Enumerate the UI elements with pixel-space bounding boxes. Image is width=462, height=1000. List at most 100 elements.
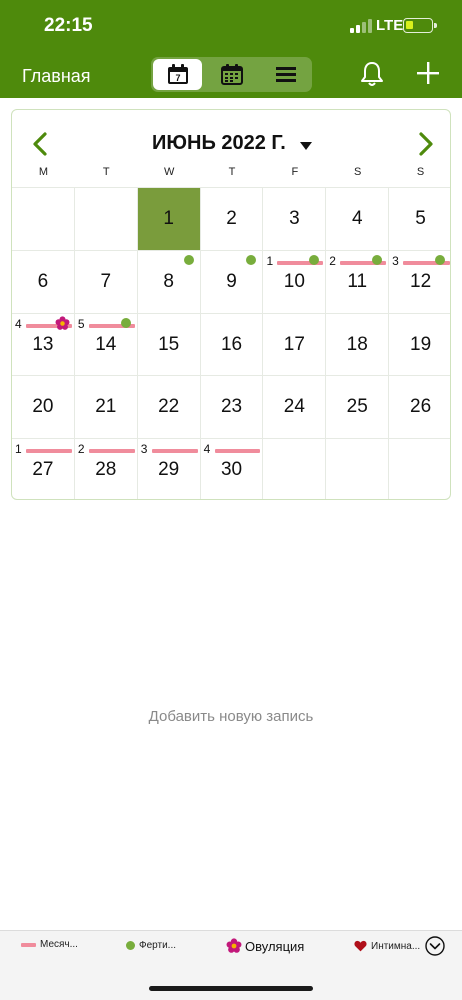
svg-text:7: 7 — [175, 73, 180, 83]
day-cell[interactable]: 5 — [389, 188, 450, 251]
day-cell[interactable]: 21 — [74, 376, 138, 440]
day-number: 13 — [32, 333, 54, 355]
top-bar: 22:15 LTE Главная 7 — [0, 0, 462, 98]
day-number: 6 — [37, 270, 49, 292]
network-label: LTE — [376, 17, 404, 34]
day-number: 19 — [410, 333, 432, 355]
home-title[interactable]: Главная — [22, 66, 91, 87]
ovulation-flower-icon — [55, 315, 70, 331]
day-view-tab[interactable]: 7 — [153, 59, 202, 90]
day-cell[interactable]: 17 — [263, 313, 327, 377]
day-cell[interactable]: 23 — [200, 376, 264, 440]
bell-icon[interactable] — [360, 61, 384, 87]
day-cell[interactable]: 20 — [12, 376, 75, 440]
empty-day-cell — [326, 439, 390, 499]
signal-icon — [350, 19, 372, 33]
day-number: 25 — [346, 396, 368, 418]
day-number: 17 — [283, 333, 305, 355]
flower-icon — [226, 938, 242, 953]
empty-day-cell — [389, 439, 450, 499]
empty-day-cell — [12, 188, 75, 251]
day-cell[interactable]: 9 — [200, 250, 264, 314]
add-icon[interactable] — [417, 62, 439, 84]
calendar-grid: 1 2 3 4 5 6 7 8 9 1 10 2 11 3 12 4 13 5 14 15 16 17 18 19 20 21 22… — [12, 187, 450, 499]
weekday-label: M — [38, 166, 49, 178]
day-cell[interactable]: 6 — [12, 250, 75, 314]
month-view-tab[interactable] — [207, 59, 256, 90]
day-cell[interactable]: 2 11 — [326, 250, 390, 314]
add-entry-link[interactable]: Добавить новую запись — [0, 708, 462, 725]
day-cell[interactable]: 26 — [389, 376, 450, 440]
weekday-header: M T W T F S S — [12, 166, 450, 186]
cycle-day-number: 1 — [15, 442, 22, 457]
day-number: 22 — [158, 396, 180, 418]
next-month-icon[interactable] — [416, 132, 436, 156]
day-number: 15 — [158, 333, 180, 355]
day-cell[interactable]: 3 — [263, 188, 327, 251]
period-bar — [26, 449, 72, 454]
list-view-tab[interactable] — [261, 59, 310, 90]
day-number: 26 — [410, 396, 432, 418]
day-number: 7 — [100, 270, 112, 292]
expand-chevron-icon[interactable] — [425, 936, 445, 956]
month-calendar: ИЮНЬ 2022 Г. M T W T F S S 1 2 3 4 5 6 7 8 9 1 10 2… — [11, 109, 451, 500]
legend-fertile-label: Ферти... — [139, 940, 177, 951]
day-cell[interactable]: 24 — [263, 376, 327, 440]
day-cell[interactable]: 2 — [200, 188, 264, 251]
day-cell[interactable]: 19 — [389, 314, 450, 377]
day-cell[interactable]: 3 12 — [389, 251, 450, 314]
day-number: 27 — [32, 459, 54, 481]
cycle-day-number: 3 — [140, 442, 148, 457]
day-cell[interactable]: 1 27 — [12, 439, 75, 499]
cycle-day-number: 1 — [266, 253, 274, 268]
day-cell[interactable]: 4 30 — [201, 439, 264, 499]
month-dropdown-icon[interactable] — [300, 142, 312, 150]
day-number: 24 — [283, 396, 305, 418]
day-number: 9 — [226, 270, 237, 292]
day-number: 23 — [220, 396, 243, 418]
legend-bar: Месяч... Ферти... Овуляция Интимна... — [0, 930, 462, 1000]
empty-day-cell — [263, 439, 327, 499]
day-cell[interactable]: 1 10 — [263, 250, 327, 314]
day-cell[interactable]: 3 29 — [138, 439, 201, 499]
weekday-label: F — [291, 166, 299, 178]
day-number: 5 — [415, 208, 426, 229]
period-bar — [88, 449, 135, 454]
home-indicator — [149, 986, 313, 991]
month-calendar-icon — [220, 64, 243, 85]
day-number: 16 — [220, 333, 243, 355]
legend-intimacy-label: Интимна... — [371, 940, 421, 952]
day-cell[interactable]: 5 14 — [74, 313, 138, 377]
month-title[interactable]: ИЮНЬ 2022 Г. — [152, 132, 286, 155]
period-bar-icon — [21, 942, 36, 947]
cycle-day-number: 4 — [15, 316, 22, 331]
day-number: 10 — [283, 270, 305, 292]
previous-month-icon[interactable] — [30, 132, 50, 156]
day-number: 3 — [289, 208, 300, 229]
day-cell[interactable]: 18 — [326, 313, 390, 377]
day-cell[interactable]: 4 13 — [12, 313, 75, 377]
day-cell[interactable]: 4 — [326, 188, 390, 251]
heart-icon — [354, 940, 367, 952]
day-cell[interactable]: 25 — [326, 376, 390, 440]
day-number: 21 — [95, 396, 117, 418]
day-cell[interactable]: 8 — [137, 250, 201, 314]
day-cell[interactable]: 2 28 — [75, 439, 138, 499]
day-cell[interactable]: 7 — [74, 250, 138, 314]
cycle-day-number: 3 — [392, 253, 399, 268]
day-number: 14 — [95, 333, 117, 355]
day-number: 30 — [220, 459, 243, 481]
day-number: 8 — [163, 270, 174, 292]
day-cell[interactable]: 1 — [137, 188, 201, 251]
fertile-dot-icon — [126, 941, 135, 950]
day-cell[interactable]: 15 — [137, 313, 201, 377]
day-number: 20 — [32, 396, 54, 418]
day-number: 1 — [163, 208, 174, 229]
day-cell[interactable]: 16 — [200, 313, 264, 377]
legend-period: Месяч... — [21, 939, 78, 950]
empty-day-cell — [74, 188, 138, 251]
day-cell[interactable]: 22 — [137, 376, 201, 440]
legend-intimacy: Интимна... — [354, 940, 420, 952]
fertile-dot — [120, 317, 131, 328]
legend-ovulation-label: Овуляция — [245, 938, 305, 954]
